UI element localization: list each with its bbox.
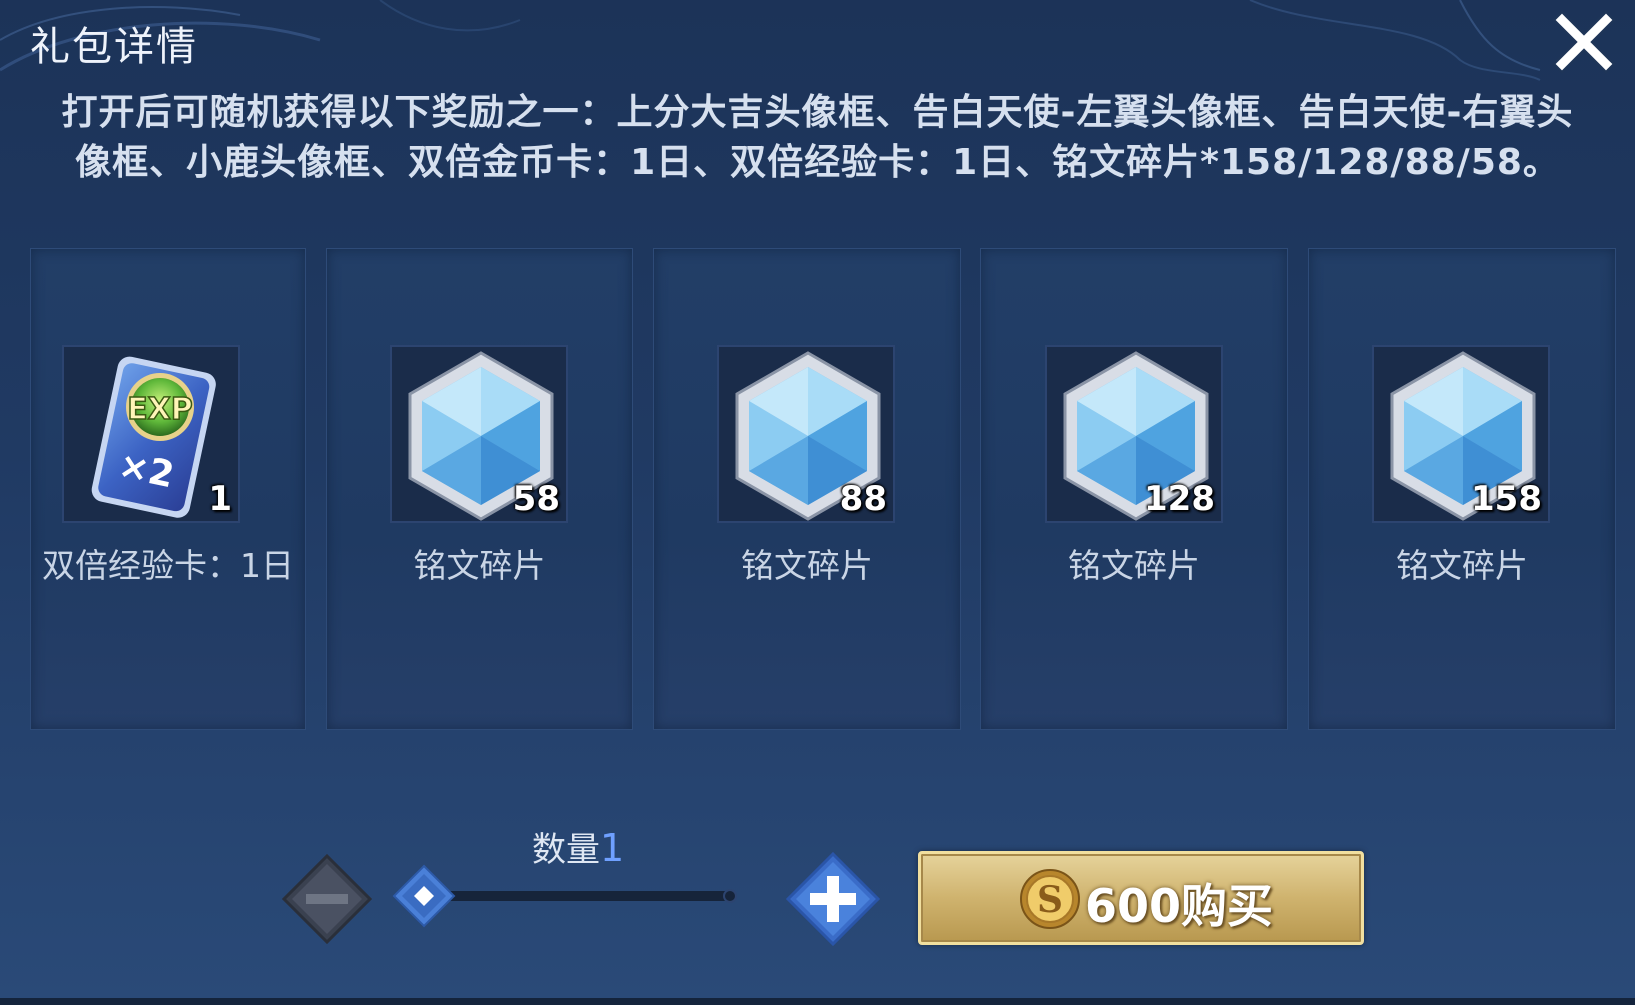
reward-icon-frame: EXP ×2 1 (62, 345, 240, 523)
increase-quantity-button[interactable] (785, 851, 881, 950)
buy-button-label: 600购买 (1085, 879, 1274, 933)
reward-icon-frame: 128 (1045, 345, 1223, 523)
reward-name: 铭文碎片 (413, 546, 546, 585)
plus-icon (785, 851, 881, 947)
decrease-quantity-button[interactable] (281, 853, 373, 948)
reward-icon-frame: 158 (1372, 345, 1550, 523)
reward-icon-frame: 58 (390, 345, 568, 523)
quantity-slider[interactable] (390, 862, 750, 932)
reward-count: 1 (208, 479, 232, 519)
reward-name: 铭文碎片 (741, 546, 873, 585)
reward-card[interactable]: 88 铭文碎片 (653, 248, 961, 730)
reward-card[interactable]: EXP ×2 1 双倍经验卡：1日 (30, 248, 306, 730)
reward-count: 88 (839, 479, 887, 519)
reward-name: 铭文碎片 (1068, 546, 1200, 585)
reward-count: 158 (1471, 479, 1542, 519)
exp-card-text-top: EXP (127, 392, 193, 427)
gift-description: 打开后可随机获得以下奖励之一：上分大吉头像框、告白天使-左翼头像框、告白天使-右… (61, 92, 1574, 183)
reward-name: 双倍经验卡：1日 (42, 546, 294, 585)
quantity-slider-graphic (392, 864, 737, 928)
slider-handle[interactable] (392, 864, 456, 928)
reward-icon-frame: 88 (717, 345, 895, 523)
close-icon (1552, 10, 1616, 74)
bottom-edge (0, 998, 1635, 1005)
reward-count: 58 (512, 479, 560, 519)
reward-name: 铭文碎片 (1396, 546, 1528, 585)
gold-coin-icon: S (1020, 869, 1080, 929)
dialog-title: 礼包详情 (30, 24, 198, 70)
reward-card[interactable]: 58 铭文碎片 (326, 248, 633, 730)
buy-button[interactable]: S 600购买 (918, 851, 1364, 945)
reward-card[interactable]: 128 铭文碎片 (980, 248, 1288, 730)
close-button[interactable] (1552, 10, 1616, 74)
reward-count: 128 (1144, 479, 1215, 519)
minus-icon (281, 853, 373, 945)
reward-card[interactable]: 158 铭文碎片 (1308, 248, 1616, 730)
svg-text:S: S (1037, 879, 1063, 921)
